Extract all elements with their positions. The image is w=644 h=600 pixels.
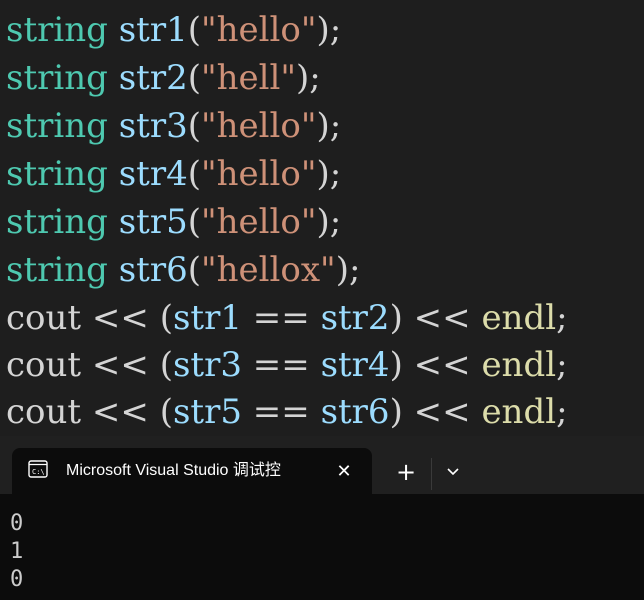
equality-operator: == xyxy=(252,345,310,385)
console-icon: C:\ xyxy=(28,460,48,478)
type-keyword: string xyxy=(6,106,108,146)
punctuation: ); xyxy=(316,154,342,194)
punctuation: ); xyxy=(335,250,361,290)
code-line: string str1("hello"); xyxy=(6,6,341,54)
punctuation: ; xyxy=(556,298,568,338)
equality-operator: == xyxy=(252,392,310,432)
code-line: string str4("hello"); xyxy=(6,150,341,198)
identifier: str3 xyxy=(118,106,188,146)
tab-divider xyxy=(431,458,432,490)
punctuation: ( xyxy=(187,154,201,194)
code-editor: string str1("hello"); string str2("hell"… xyxy=(0,0,644,436)
stream-operator: << xyxy=(413,345,471,385)
output-line: 0 xyxy=(10,511,24,536)
string-literal: "hello" xyxy=(200,106,317,146)
string-literal: "hello" xyxy=(200,154,317,194)
identifier: str5 xyxy=(172,392,242,432)
string-literal: "hello" xyxy=(200,202,317,242)
punctuation: ); xyxy=(296,58,321,98)
stream-operator: << xyxy=(91,392,149,432)
punctuation: ( xyxy=(159,392,173,432)
tab-debug-console[interactable]: C:\ Microsoft Visual Studio 调试控 ✕ xyxy=(12,448,372,494)
code-line: string str6("hellox"); xyxy=(6,246,360,294)
punctuation: ( xyxy=(187,10,201,50)
punctuation: ; xyxy=(556,392,568,432)
console-output: 0 1 0 xyxy=(10,510,23,594)
identifier: str2 xyxy=(320,298,390,338)
code-line: string str5("hello"); xyxy=(6,198,341,246)
code-line: cout << (str1 == str2) << endl; xyxy=(6,294,568,342)
stream-operator: << xyxy=(91,345,149,385)
tab-title: Microsoft Visual Studio 调试控 xyxy=(66,462,281,479)
punctuation: ( xyxy=(159,298,173,338)
punctuation: ) xyxy=(389,345,403,385)
identifier: str1 xyxy=(118,10,188,50)
code-line: cout << (str3 == str4) << endl; xyxy=(6,341,568,389)
type-keyword: string xyxy=(6,250,108,290)
identifier: str4 xyxy=(320,345,390,385)
cout-keyword: cout xyxy=(6,298,82,338)
stream-operator: << xyxy=(413,298,471,338)
cout-keyword: cout xyxy=(6,392,82,432)
type-keyword: string xyxy=(6,10,108,50)
punctuation: ( xyxy=(187,202,201,242)
punctuation: ( xyxy=(159,345,173,385)
identifier: str4 xyxy=(118,154,188,194)
type-keyword: string xyxy=(6,202,108,242)
identifier: str5 xyxy=(118,202,188,242)
endl-keyword: endl xyxy=(481,345,557,385)
punctuation: ; xyxy=(556,345,568,385)
identifier: str2 xyxy=(118,58,188,98)
punctuation: ) xyxy=(389,298,403,338)
identifier: str6 xyxy=(118,250,188,290)
code-line: string str3("hello"); xyxy=(6,102,341,150)
code-line: cout << (str5 == str6) << endl; xyxy=(6,388,568,436)
cout-keyword: cout xyxy=(6,345,82,385)
output-line: 1 xyxy=(10,539,24,564)
stream-operator: << xyxy=(91,298,149,338)
punctuation: ); xyxy=(316,10,342,50)
punctuation: ); xyxy=(316,106,342,146)
punctuation: ); xyxy=(316,202,342,242)
code-line: string str2("hell"); xyxy=(6,54,321,102)
string-literal: "hell" xyxy=(200,58,297,98)
svg-text:C:\: C:\ xyxy=(32,468,45,476)
output-line: 0 xyxy=(10,567,24,592)
punctuation: ( xyxy=(187,58,201,98)
type-keyword: string xyxy=(6,58,108,98)
punctuation: ( xyxy=(187,106,201,146)
type-keyword: string xyxy=(6,154,108,194)
punctuation: ( xyxy=(187,250,201,290)
identifier: str1 xyxy=(172,298,242,338)
tab-bar: C:\ Microsoft Visual Studio 调试控 ✕ + xyxy=(0,436,644,494)
punctuation: ) xyxy=(389,392,403,432)
identifier: str6 xyxy=(320,392,390,432)
new-tab-button[interactable]: + xyxy=(390,457,422,487)
string-literal: "hello" xyxy=(200,10,317,50)
string-literal: "hellox" xyxy=(200,250,336,290)
endl-keyword: endl xyxy=(481,298,557,338)
endl-keyword: endl xyxy=(481,392,557,432)
chevron-down-icon[interactable] xyxy=(438,457,468,487)
equality-operator: == xyxy=(252,298,310,338)
stream-operator: << xyxy=(413,392,471,432)
identifier: str3 xyxy=(172,345,242,385)
close-icon[interactable]: ✕ xyxy=(330,457,358,485)
terminal-window: C:\ Microsoft Visual Studio 调试控 ✕ + 0 1 … xyxy=(0,436,644,600)
